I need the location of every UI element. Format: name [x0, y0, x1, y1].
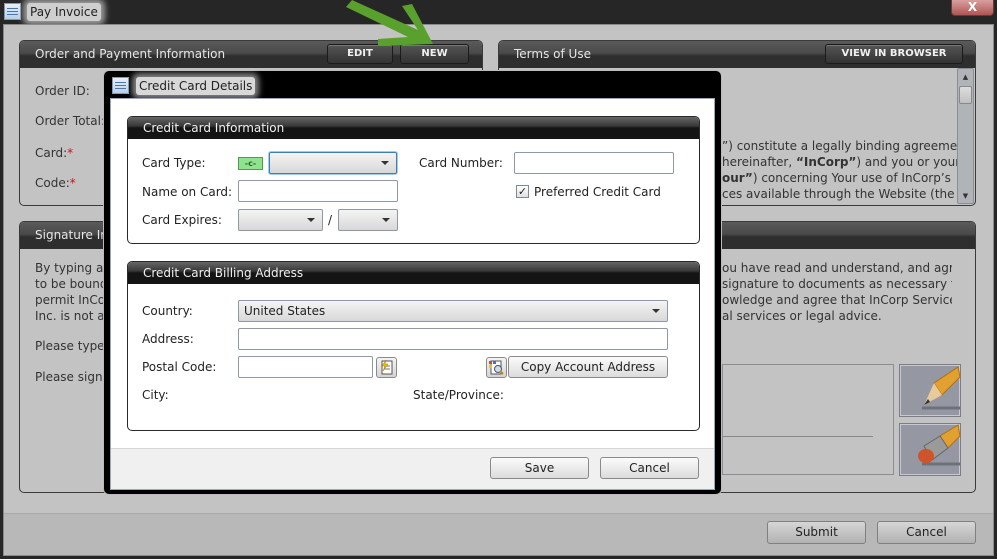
expires-year-select[interactable] [338, 209, 398, 231]
card-type-select[interactable] [269, 152, 397, 174]
dialog-title: Credit Card Details [136, 77, 256, 95]
city-label: City: [142, 388, 169, 402]
new-button[interactable]: NEW [400, 44, 469, 64]
order-total-label: Order Total: [35, 114, 105, 128]
address-label: Address: [142, 332, 194, 346]
dialog-cancel-button[interactable]: Cancel [600, 457, 699, 479]
signature-pad[interactable] [722, 364, 894, 475]
card-type-label: Card Type: [142, 156, 206, 170]
card-number-input[interactable] [514, 152, 674, 174]
credit-card-dialog: Credit Card Details Credit Card Informat… [104, 71, 721, 494]
type-name-prompt: Please type [35, 339, 105, 353]
document-list-icon [4, 3, 21, 20]
order-panel-title: Order and Payment Information [35, 47, 226, 61]
terms-line: ces available through the Website (the [722, 187, 955, 201]
signature-panel-title: Signature In [35, 228, 108, 242]
terms-scrollbar[interactable]: ▲ ▼ [957, 68, 974, 204]
window-title: Pay Invoice [27, 3, 101, 21]
eraser-tool-button[interactable] [899, 423, 961, 476]
footer-cancel-button[interactable]: Cancel [877, 521, 976, 544]
chevron-down-icon [382, 218, 390, 222]
scroll-up-icon[interactable]: ▲ [958, 70, 973, 84]
chevron-down-icon [652, 309, 660, 313]
state-province-label: State/Province: [413, 388, 504, 402]
billing-header: Credit Card Billing Address [128, 262, 699, 284]
signature-text-line: signature to documents as necessary to [722, 277, 952, 291]
document-list-icon [112, 77, 129, 94]
signature-text-line: owledge and agree that InCorp Services, [722, 293, 952, 307]
name-on-card-label: Name on Card: [142, 185, 233, 199]
signature-text-line: ou have read and understand, and agree [722, 261, 952, 275]
required-marker: * [69, 176, 76, 190]
signature-text-line: al services or legal advice. [722, 309, 882, 323]
billing-title: Credit Card Billing Address [143, 266, 304, 280]
card-info-title: Credit Card Information [143, 121, 285, 135]
preferred-card-checkbox[interactable]: ✓ [516, 185, 529, 198]
preferred-card-label: Preferred Credit Card [534, 185, 661, 199]
signature-text-line: permit InCor [35, 293, 105, 307]
address-input[interactable] [238, 328, 668, 350]
country-value: United States [244, 304, 326, 318]
postal-lookup-button[interactable] [376, 357, 397, 378]
edit-button[interactable]: EDIT [327, 44, 393, 64]
signature-text-line: to be bound [35, 277, 105, 291]
address-lookup-button[interactable] [486, 357, 507, 378]
dialog-titlebar: Credit Card Details [106, 73, 719, 98]
postal-code-input[interactable] [238, 356, 373, 378]
card-info-header: Credit Card Information [128, 117, 699, 139]
view-in-browser-button[interactable]: VIEW IN BROWSER [825, 44, 963, 64]
card-label: Card:* [35, 146, 74, 160]
code-label: Code:* [35, 176, 76, 190]
chevron-down-icon [381, 161, 389, 165]
terms-line: our”) concerning Your use of InCorp’s [722, 171, 951, 185]
address-book-search-icon [489, 360, 504, 375]
copy-account-address-button[interactable]: Copy Account Address [508, 356, 668, 378]
country-label: Country: [142, 304, 193, 318]
country-select[interactable]: United States [238, 300, 668, 322]
pencil-icon [922, 366, 961, 410]
scroll-down-icon[interactable]: ▼ [958, 189, 973, 203]
terms-line: ”) constitute a legally binding agreemen… [722, 139, 958, 153]
scroll-thumb[interactable] [959, 86, 972, 104]
signature-right-text: ou have read and understand, and agree s… [722, 260, 952, 324]
card-number-label: Card Number: [419, 156, 503, 170]
signature-left-text: By typing ar to be bound permit InCor In… [35, 260, 105, 324]
dialog-body: Credit Card Information Card Type: -c- N… [110, 98, 715, 490]
credit-card-icon: -c- [238, 157, 263, 170]
card-expires-label: Card Expires: [142, 213, 222, 227]
terms-text: ”) constitute a legally binding agreemen… [722, 138, 958, 202]
signature-baseline [723, 436, 873, 437]
postal-code-label: Postal Code: [142, 360, 217, 374]
submit-button[interactable]: Submit [767, 521, 866, 544]
expires-separator: / [328, 213, 333, 227]
save-button[interactable]: Save [490, 457, 589, 479]
dialog-footer: Save Cancel [111, 448, 714, 489]
sign-prompt: Please sign y [35, 370, 105, 384]
window-close-button[interactable]: X [951, 0, 994, 16]
terms-line: hereinafter, “InCorp”) and you or your [722, 155, 958, 169]
pencil-tool-button[interactable] [899, 364, 961, 417]
terms-panel-title: Terms of Use [514, 47, 591, 61]
window-titlebar: Pay Invoice X [0, 0, 997, 24]
order-id-label: Order ID: [35, 84, 90, 98]
signature-text-line: By typing ar [35, 261, 105, 275]
notepad-lightning-icon [381, 359, 393, 375]
signature-text-line: Inc. is not a [35, 309, 105, 323]
name-on-card-input[interactable] [238, 180, 398, 202]
eraser-icon [918, 424, 961, 466]
expires-month-select[interactable] [238, 209, 323, 231]
required-marker: * [67, 146, 74, 160]
chevron-down-icon [307, 218, 315, 222]
